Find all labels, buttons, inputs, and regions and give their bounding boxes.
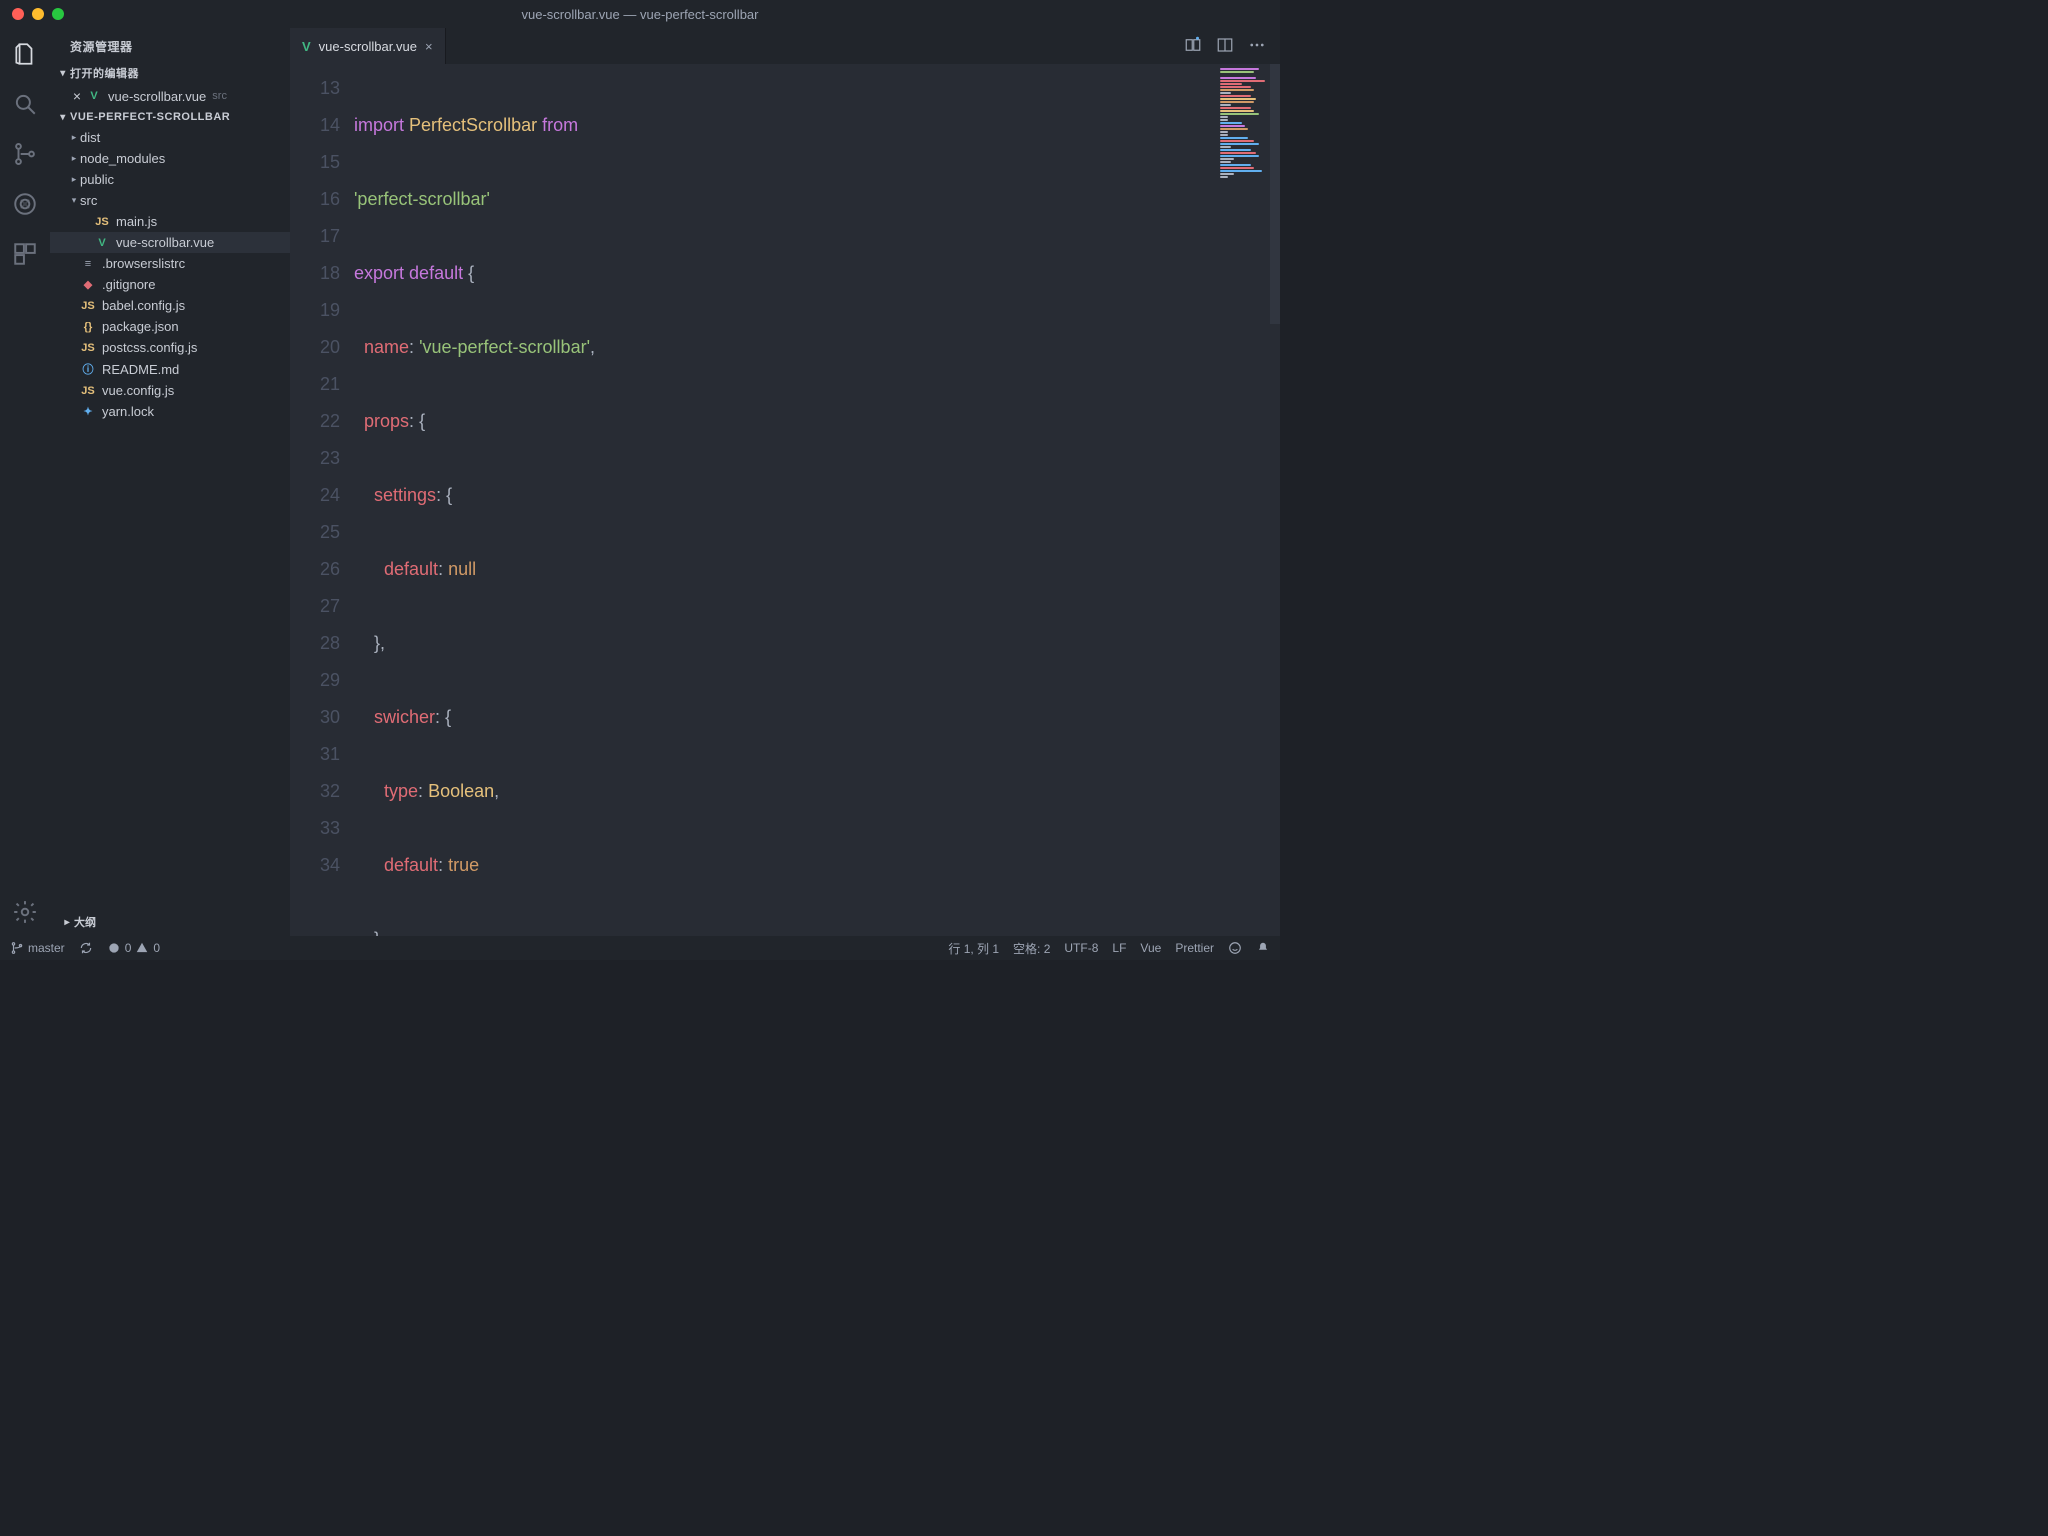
outline-header[interactable]: ▸ 大纲 (50, 908, 290, 936)
chevron-right-icon: ▸ (68, 153, 80, 164)
close-tab-icon[interactable]: × (425, 39, 433, 54)
encoding-status[interactable]: UTF-8 (1064, 941, 1098, 955)
problems-status[interactable]: 0 0 (107, 941, 160, 955)
explorer-title: 资源管理器 (50, 28, 290, 61)
file-browserslistrc[interactable]: ≡.browserslistrc (50, 253, 290, 274)
git-branch-icon (10, 941, 24, 955)
minimap-content (1220, 68, 1276, 179)
extensions-icon[interactable] (11, 240, 39, 268)
folder-public[interactable]: ▸public (50, 169, 290, 190)
file-yarn-lock[interactable]: ✦yarn.lock (50, 401, 290, 422)
editor-area[interactable]: 131415 161718 192021 222324 252627 28293… (290, 64, 1280, 936)
sync-icon (79, 941, 93, 955)
language-mode[interactable]: Vue (1140, 941, 1161, 955)
source-control-icon[interactable] (11, 140, 39, 168)
file-readme[interactable]: ⓘREADME.md (50, 358, 290, 380)
open-editors-label: 打开的编辑器 (70, 65, 139, 81)
editor-group: V vue-scrollbar.vue × 131415 161718 1920… (290, 28, 1280, 936)
title-bar: vue-scrollbar.vue — vue-perfect-scrollba… (0, 0, 1280, 28)
editor-tabs: V vue-scrollbar.vue × (290, 28, 1280, 64)
tab-vue-scrollbar[interactable]: V vue-scrollbar.vue × (290, 28, 446, 64)
status-bar: master 0 0 行 1, 列 1 空格: 2 UTF-8 LF Vue P… (0, 936, 1280, 960)
notifications-icon[interactable] (1256, 941, 1270, 955)
vue-file-icon: V (86, 90, 102, 102)
window-title: vue-scrollbar.vue — vue-perfect-scrollba… (0, 7, 1280, 22)
open-editor-item[interactable]: × V vue-scrollbar.vue src (50, 85, 290, 107)
settings-gear-icon[interactable] (11, 898, 39, 926)
js-file-icon: JS (94, 216, 110, 228)
activity-bar (0, 28, 50, 936)
folder-src[interactable]: ▾src (50, 190, 290, 211)
compare-changes-icon[interactable] (1184, 36, 1202, 57)
chevron-right-icon: ▸ (68, 132, 80, 143)
eol-status[interactable]: LF (1112, 941, 1126, 955)
text-file-icon: ≡ (80, 258, 96, 270)
code-content[interactable]: import PerfectScrollbar from 'perfect-sc… (354, 64, 1210, 936)
git-branch-status[interactable]: master (10, 941, 65, 955)
indentation-status[interactable]: 空格: 2 (1013, 940, 1050, 957)
formatter-status[interactable]: Prettier (1175, 941, 1214, 955)
sync-status[interactable] (79, 941, 93, 955)
file-vue-scrollbar[interactable]: Vvue-scrollbar.vue (50, 232, 290, 253)
chevron-right-icon: ▸ (60, 917, 74, 928)
js-file-icon: JS (80, 300, 96, 312)
cursor-position[interactable]: 行 1, 列 1 (948, 940, 999, 957)
debug-icon[interactable] (11, 190, 39, 218)
vue-file-icon: V (302, 39, 311, 54)
error-icon (107, 941, 121, 955)
editor-actions (1170, 28, 1280, 64)
project-name: VUE-PERFECT-SCROLLBAR (70, 111, 230, 123)
more-actions-icon[interactable] (1248, 36, 1266, 57)
lock-file-icon: ✦ (80, 405, 96, 418)
project-header[interactable]: ▾ VUE-PERFECT-SCROLLBAR (50, 107, 290, 127)
git-file-icon: ◆ (80, 278, 96, 291)
js-file-icon: JS (80, 385, 96, 397)
vue-file-icon: V (94, 237, 110, 249)
json-file-icon: {} (80, 321, 96, 333)
file-postcss-config[interactable]: JSpostcss.config.js (50, 337, 290, 358)
explorer-icon[interactable] (11, 40, 39, 68)
file-vue-config[interactable]: JSvue.config.js (50, 380, 290, 401)
folder-dist[interactable]: ▸dist (50, 127, 290, 148)
chevron-right-icon: ▸ (68, 174, 80, 185)
folder-node-modules[interactable]: ▸node_modules (50, 148, 290, 169)
feedback-icon[interactable] (1228, 941, 1242, 955)
explorer-sidebar: 资源管理器 ▾ 打开的编辑器 × V vue-scrollbar.vue src… (50, 28, 290, 936)
minimap-viewport[interactable] (1270, 64, 1280, 324)
tab-label: vue-scrollbar.vue (319, 39, 417, 54)
line-number-gutter: 131415 161718 192021 222324 252627 28293… (290, 64, 354, 936)
chevron-down-icon: ▾ (56, 112, 70, 123)
chevron-down-icon: ▾ (68, 195, 80, 206)
split-editor-icon[interactable] (1216, 36, 1234, 57)
chevron-down-icon: ▾ (56, 68, 70, 79)
file-babel-config[interactable]: JSbabel.config.js (50, 295, 290, 316)
minimap[interactable] (1210, 64, 1280, 936)
file-main-js[interactable]: JSmain.js (50, 211, 290, 232)
close-icon[interactable]: × (70, 88, 84, 104)
open-editor-filename: vue-scrollbar.vue (108, 89, 206, 104)
file-package-json[interactable]: {}package.json (50, 316, 290, 337)
open-editors-header[interactable]: ▾ 打开的编辑器 (50, 61, 290, 85)
file-gitignore[interactable]: ◆.gitignore (50, 274, 290, 295)
search-icon[interactable] (11, 90, 39, 118)
info-file-icon: ⓘ (80, 361, 96, 377)
open-editor-path: src (212, 90, 227, 102)
warning-icon (135, 941, 149, 955)
js-file-icon: JS (80, 342, 96, 354)
